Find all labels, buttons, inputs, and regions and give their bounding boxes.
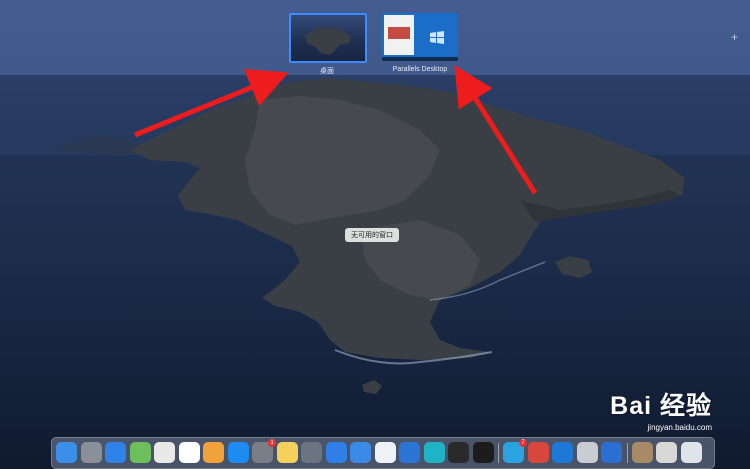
parallels-space-thumbnail[interactable] <box>382 13 458 61</box>
kugou-icon[interactable] <box>325 442 347 463</box>
terminal-icon[interactable] <box>448 442 469 463</box>
windows-app-icon[interactable] <box>601 442 622 463</box>
activity-monitor-icon[interactable] <box>472 442 494 463</box>
ucloud-icon[interactable] <box>423 442 445 463</box>
notification-badge: 1 <box>268 439 276 447</box>
telegram-icon[interactable]: 7 <box>503 439 527 463</box>
window-thumbnail <box>384 15 414 55</box>
screenshot-thumb-icon[interactable] <box>656 442 677 463</box>
document-thumb-icon[interactable] <box>631 442 653 463</box>
feishu-icon[interactable] <box>350 442 371 463</box>
system-preferences-icon[interactable]: 1 <box>252 439 276 463</box>
desktop-space-thumbnail[interactable] <box>289 13 367 63</box>
space-parallels-desktop[interactable]: Parallels Desktop <box>382 13 458 73</box>
notification-badge: 7 <box>519 439 527 447</box>
app-store-icon[interactable] <box>227 442 249 463</box>
launchpad-icon[interactable] <box>80 442 102 463</box>
qq-icon[interactable] <box>178 442 200 463</box>
watermark-logo-text: Bai 经验 <box>610 392 712 420</box>
maps-icon[interactable] <box>129 442 151 463</box>
watermark-url: jingyan.baidu.com <box>647 423 712 432</box>
dock-separator <box>498 443 499 463</box>
taskbar-thumbnail <box>382 57 458 61</box>
windows-logo-icon <box>430 31 444 45</box>
dock-separator <box>626 443 628 463</box>
windows-tiles-icon[interactable] <box>552 442 573 463</box>
add-space-button[interactable]: + <box>731 30 738 44</box>
chrome-icon[interactable] <box>154 442 175 463</box>
finder-icon[interactable] <box>56 442 77 463</box>
space-desktop[interactable]: 桌面 <box>289 13 367 75</box>
parallels-control-icon[interactable] <box>576 442 598 463</box>
no-windows-tooltip: 无可用的窗口 <box>345 228 399 242</box>
photos-icon[interactable] <box>203 442 224 463</box>
space-label-parallels: Parallels Desktop <box>392 66 448 73</box>
baidu-jingyan-watermark: Bai 经验 jingyan.baidu.com <box>610 386 712 432</box>
xcode-icon[interactable] <box>399 442 420 463</box>
trash-icon[interactable] <box>680 442 702 463</box>
dock: 17 <box>51 437 715 469</box>
safari-icon[interactable] <box>105 442 126 463</box>
preview-icon[interactable] <box>374 442 396 463</box>
parallels-windows-icon[interactable] <box>527 442 549 463</box>
mission-control-spaces-bar: 桌面 Parallels Desktop + <box>0 0 750 75</box>
screenshot-icon[interactable] <box>301 442 322 463</box>
notes-icon[interactable] <box>276 442 298 463</box>
